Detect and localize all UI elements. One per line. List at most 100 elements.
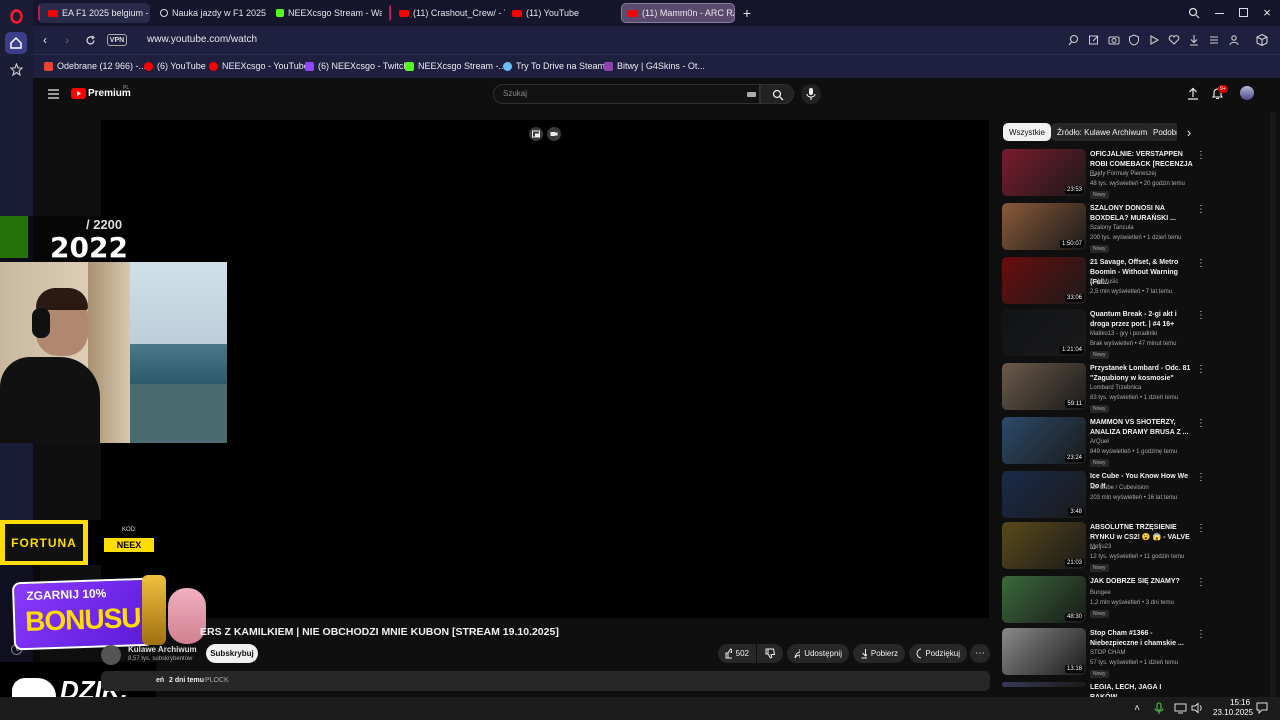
download-button[interactable]: Pobierz bbox=[853, 644, 905, 663]
tab-4[interactable]: (11) YouTube bbox=[506, 3, 618, 23]
recommendation-item[interactable]: 1:50:07 SZALONY DONOSI NA BOXDELA? MURAŃS… bbox=[1002, 203, 1206, 253]
chip-similar[interactable]: Podobne bbox=[1147, 123, 1177, 141]
like-button[interactable]: 502 bbox=[718, 644, 756, 663]
video-thumbnail[interactable]: 1:50:07 bbox=[1002, 203, 1086, 250]
home-button[interactable] bbox=[5, 32, 27, 54]
forward-icon[interactable]: › bbox=[61, 33, 73, 47]
more-options-icon[interactable]: ⋮ bbox=[1196, 204, 1206, 215]
more-options-icon[interactable]: ⋮ bbox=[1196, 472, 1206, 483]
video-thumbnail[interactable]: 48:30 bbox=[1002, 576, 1086, 623]
more-options-icon[interactable]: ⋮ bbox=[1196, 258, 1206, 269]
download-icon[interactable] bbox=[1188, 34, 1200, 46]
recommendation-channel[interactable]: Rajdy Formuły Pierwszej bbox=[1090, 171, 1156, 177]
search-tabs-icon[interactable] bbox=[1188, 7, 1200, 19]
description-box[interactable]: eń 2 dni temu PLOCK bbox=[101, 671, 990, 691]
clock-date[interactable]: 23.10.2025 bbox=[1213, 708, 1253, 717]
more-options-icon[interactable]: ⋮ bbox=[1196, 523, 1206, 534]
video-thumbnail[interactable]: 33:06 bbox=[1002, 257, 1086, 304]
recommendation-channel[interactable]: Ice Cube / Cubevision bbox=[1090, 485, 1149, 491]
recommendation-title[interactable]: Quantum Break - 2-gi akt i droga przez p… bbox=[1090, 310, 1194, 330]
miniplayer-button[interactable] bbox=[529, 127, 543, 141]
tab-3[interactable]: (11) Crashout_Crew/ - You bbox=[389, 3, 505, 23]
scrollbar[interactable] bbox=[1270, 112, 1276, 697]
recommendation-channel[interactable]: Szalony Tancula bbox=[1090, 225, 1134, 231]
video-thumbnail[interactable]: 1:21:04 bbox=[1002, 309, 1086, 356]
recommendation-item[interactable]: 1:21:04 Quantum Break - 2-gi akt i droga … bbox=[1002, 309, 1206, 359]
heart-icon[interactable] bbox=[1168, 34, 1180, 46]
recommendation-item[interactable]: 13:18 Stop Cham #1366 - Niebezpieczne i c… bbox=[1002, 628, 1206, 678]
bookmark-3[interactable]: (6) NEEXcsgo - Twitch bbox=[305, 61, 408, 71]
youtube-logo-icon[interactable] bbox=[71, 88, 86, 99]
more-options-icon[interactable]: ⋮ bbox=[1196, 310, 1206, 321]
recommendation-item[interactable]: 21:03 ABSOLUTNE TRZĘSIENIE RYNKU w CS2! 😮… bbox=[1002, 522, 1206, 572]
hashtag[interactable]: PLOCK bbox=[205, 677, 229, 684]
reload-icon[interactable] bbox=[85, 35, 96, 46]
bookmark-0[interactable]: Odebrane (12 966) -... bbox=[44, 61, 146, 71]
bookmark-5[interactable]: Try To Drive na Steam bbox=[503, 61, 605, 71]
share-button[interactable]: Udostępnij bbox=[787, 644, 849, 663]
video-thumbnail[interactable]: 21:03 bbox=[1002, 522, 1086, 569]
close-window-icon[interactable]: × bbox=[1260, 5, 1274, 20]
edit-icon[interactable] bbox=[1088, 34, 1100, 46]
bookmark-4[interactable]: NEEXcsgo Stream -... bbox=[405, 61, 506, 71]
recommendation-channel[interactable]: Matiko13 - gry i poradniki bbox=[1090, 331, 1157, 337]
search-button[interactable] bbox=[760, 84, 794, 104]
bookmark-1[interactable]: (6) YouTube bbox=[144, 61, 206, 71]
channel-name[interactable]: Kulawe Archiwum bbox=[128, 645, 197, 654]
clock-time[interactable]: 15:16 bbox=[1230, 698, 1250, 707]
video-thumbnail[interactable]: 3:48 bbox=[1002, 471, 1086, 518]
recommendation-channel[interactable]: ArQueł bbox=[1090, 439, 1109, 445]
video-thumbnail[interactable]: 59:11 bbox=[1002, 363, 1086, 410]
bookmark-6[interactable]: Bitwy | G4Skins - Ot... bbox=[604, 61, 705, 71]
profile-icon[interactable] bbox=[1228, 34, 1240, 46]
thanks-button[interactable]: Podziękuj bbox=[909, 644, 967, 663]
bookmark-2[interactable]: NEEXcsgo - YouTube bbox=[209, 61, 309, 71]
play-icon[interactable] bbox=[1148, 34, 1160, 46]
keyboard-icon[interactable] bbox=[747, 92, 756, 97]
avatar[interactable] bbox=[1240, 86, 1254, 100]
chevron-up-icon[interactable]: ˄ bbox=[1131, 700, 1143, 716]
more-options-icon[interactable]: ⋮ bbox=[1196, 577, 1206, 588]
tab-1[interactable]: Nauka jazdy w F1 2025 bbox=[154, 3, 266, 23]
cube-icon[interactable] bbox=[1255, 33, 1269, 47]
hamburger-menu-icon[interactable] bbox=[48, 89, 59, 99]
video-thumbnail[interactable]: 23:53 bbox=[1002, 149, 1086, 196]
restore-icon[interactable] bbox=[1239, 8, 1248, 17]
more-options-icon[interactable]: ⋮ bbox=[1196, 418, 1206, 429]
upload-icon[interactable] bbox=[1187, 87, 1199, 100]
chevron-right-icon[interactable]: › bbox=[1182, 124, 1196, 140]
recommendation-title[interactable]: MAMMON VS SHOTERZY, ANALIZA DRAMY BRUSA … bbox=[1090, 418, 1194, 438]
more-options-icon[interactable]: ⋮ bbox=[1196, 364, 1206, 375]
more-options-icon[interactable]: ⋮ bbox=[1196, 629, 1206, 640]
recommendation-title[interactable]: Stop Cham #1366 - Niebezpieczne i chamsk… bbox=[1090, 629, 1194, 649]
chip-all[interactable]: Wszystkie bbox=[1003, 123, 1051, 141]
voice-search-button[interactable] bbox=[801, 84, 821, 104]
channel-avatar[interactable] bbox=[101, 645, 121, 665]
recommendation-item[interactable]: 3:48 Ice Cube - You Know How We Do It ⋮ Ice… bbox=[1002, 471, 1206, 521]
back-icon[interactable]: ‹ bbox=[39, 33, 51, 47]
shield-icon[interactable] bbox=[1128, 34, 1140, 46]
microphone-icon[interactable] bbox=[1153, 702, 1165, 715]
more-actions-icon[interactable]: ⋯ bbox=[970, 644, 990, 663]
recommendation-title[interactable]: JAK DOBRZE SIĘ ZNAMY? bbox=[1090, 577, 1194, 587]
recommendation-channel[interactable]: Dab Music bbox=[1090, 279, 1118, 285]
video-thumbnail[interactable] bbox=[1002, 682, 1086, 687]
camera-button[interactable] bbox=[547, 127, 561, 141]
minimize-icon[interactable] bbox=[1215, 13, 1224, 14]
star-icon[interactable] bbox=[10, 63, 23, 76]
recommendation-channel[interactable]: Lombard Trzebnica bbox=[1090, 385, 1141, 391]
volume-icon[interactable] bbox=[1191, 702, 1204, 714]
search-input[interactable]: Szukaj bbox=[493, 84, 760, 104]
opera-logo-icon[interactable] bbox=[10, 9, 23, 24]
dislike-button[interactable] bbox=[757, 644, 783, 663]
video-thumbnail[interactable]: 13:18 bbox=[1002, 628, 1086, 675]
recommendation-channel[interactable]: Bungee bbox=[1090, 590, 1111, 596]
tab-0[interactable]: EA F1 2025 belgium - You bbox=[38, 3, 150, 23]
recommendation-item[interactable]: 23:53 OFICJALNIE: VERSTAPPEN ROBI COMEBAC… bbox=[1002, 149, 1206, 199]
recommendation-channel[interactable]: STOP CHAM bbox=[1090, 650, 1125, 656]
new-tab-plus-icon[interactable]: + bbox=[739, 5, 755, 21]
zoom-search-icon[interactable] bbox=[1068, 34, 1080, 46]
video-player[interactable] bbox=[101, 120, 989, 618]
more-options-icon[interactable]: ⋮ bbox=[1196, 150, 1206, 161]
video-thumbnail[interactable]: 23:24 bbox=[1002, 417, 1086, 464]
